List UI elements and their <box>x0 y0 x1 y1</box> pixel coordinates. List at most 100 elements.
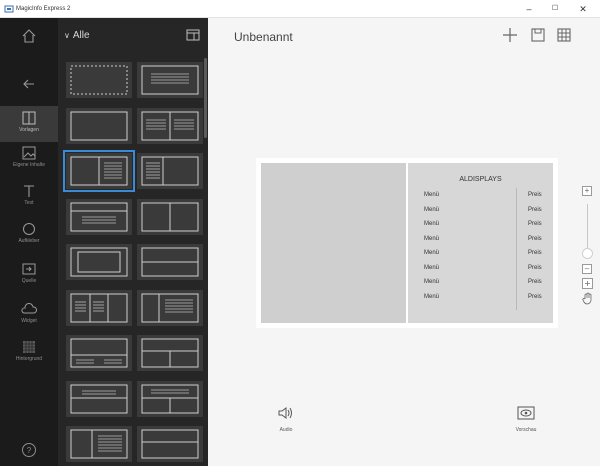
text-icon <box>24 185 34 197</box>
sticker-icon <box>23 223 35 235</box>
template-thumbnail[interactable] <box>137 335 203 371</box>
price-item-label[interactable]: Preis <box>528 279 542 285</box>
price-item-label[interactable]: Preis <box>528 221 542 227</box>
menu-item-label[interactable]: Menü <box>424 279 439 285</box>
source-icon <box>22 263 36 275</box>
rail-item-eigene-inhalte[interactable]: Eigene Inhalte <box>0 146 58 176</box>
template-layout-preview <box>70 293 128 322</box>
rail-label-eigene-inhalte: Eigene Inhalte <box>13 162 45 168</box>
template-icon <box>22 111 36 125</box>
menu-item-label[interactable]: Menü <box>424 207 439 213</box>
price-item-label[interactable]: Preis <box>528 207 542 213</box>
price-item-label[interactable]: Preis <box>528 192 542 198</box>
help-glyph: ? <box>27 446 32 455</box>
template-thumbnail[interactable] <box>66 107 132 144</box>
cloud-icon <box>21 303 37 314</box>
price-item-label[interactable]: Preis <box>528 294 542 300</box>
rail-back-button[interactable] <box>0 76 58 100</box>
template-thumbnail[interactable] <box>63 150 135 192</box>
hand-pan-icon[interactable] <box>582 292 594 305</box>
template-layout-preview <box>70 65 128 95</box>
maximize-button[interactable]: ☐ <box>544 2 566 16</box>
menu-item-label[interactable]: Menü <box>424 265 439 271</box>
template-layout-preview <box>70 202 128 231</box>
template-thumbnail[interactable] <box>137 62 203 98</box>
rail-item-text[interactable]: Text <box>0 184 58 214</box>
template-thumbnail[interactable] <box>137 153 203 189</box>
back-arrow-icon <box>23 79 34 89</box>
template-thumbnail[interactable] <box>66 289 132 326</box>
template-thumbnail[interactable] <box>66 426 132 462</box>
template-thumbnail[interactable] <box>66 198 132 235</box>
audio-button[interactable]: Audio <box>266 406 306 433</box>
image-icon <box>22 146 36 160</box>
menu-item-label[interactable]: Menü <box>424 192 439 198</box>
template-scrollbar[interactable] <box>204 58 207 138</box>
template-layout-preview <box>70 156 128 186</box>
template-panel-header: ∨ Alle <box>58 18 208 56</box>
chevron-down-icon: ∨ <box>64 31 70 40</box>
right-content-zone[interactable]: ALDISPLAYS Menü Preis Menü Preis Menü Preis Me… <box>408 163 553 323</box>
zoom-slider-knob[interactable] <box>582 247 593 259</box>
rail-item-quelle[interactable]: Quelle <box>0 262 58 292</box>
zoom-in-button[interactable]: + <box>582 186 592 196</box>
minimize-button[interactable]: – <box>518 2 540 16</box>
preview-label: Vorschau <box>515 427 537 433</box>
template-layout-preview <box>141 429 199 459</box>
template-layout-preview <box>141 202 199 231</box>
stage-heading[interactable]: ALDISPLAYS <box>408 176 553 183</box>
menu-item-label[interactable]: Menü <box>424 221 439 227</box>
rail-label-aufkleber: Aufkleber <box>18 238 40 244</box>
price-item-label[interactable]: Preis <box>528 236 542 242</box>
left-content-zone[interactable] <box>261 163 406 323</box>
preview-button[interactable]: Vorschau <box>506 406 546 433</box>
title-bar: MagicInfo Express 2 – ☐ ✕ <box>0 0 600 18</box>
category-dropdown[interactable]: ∨ Alle <box>64 30 90 41</box>
zoom-out-button[interactable]: – <box>582 264 592 274</box>
template-layout-preview <box>141 65 199 95</box>
category-dropdown-label: Alle <box>72 30 90 41</box>
column-divider <box>516 188 517 310</box>
template-thumbnail[interactable] <box>66 335 132 371</box>
price-item-label[interactable]: Preis <box>528 250 542 256</box>
template-layout-preview <box>141 293 199 322</box>
rail-label-text: Text <box>24 200 34 206</box>
template-thumbnail[interactable] <box>137 244 203 280</box>
rail-home-button[interactable] <box>0 28 58 52</box>
menu-item-label[interactable]: Menü <box>424 294 439 300</box>
menu-item-label[interactable]: Menü <box>424 236 439 242</box>
layout-icon[interactable] <box>186 28 200 42</box>
fit-screen-icon[interactable] <box>582 278 593 289</box>
rail-item-widget[interactable]: Widget <box>0 302 58 332</box>
price-item-label[interactable]: Preis <box>528 265 542 271</box>
help-button[interactable]: ? <box>0 442 58 460</box>
template-thumbnail[interactable] <box>137 107 203 144</box>
rail-item-hintergrund[interactable]: Hintergrund <box>0 340 58 370</box>
grid-icon[interactable] <box>556 27 572 43</box>
rail-label-widget: Widget <box>21 318 37 324</box>
rail-label-quelle: Quelle <box>21 278 37 284</box>
template-layout-preview <box>141 156 199 186</box>
rail-item-aufkleber[interactable]: Aufkleber <box>0 222 58 252</box>
template-thumbnail[interactable] <box>137 289 203 326</box>
template-layout-preview <box>141 247 199 277</box>
rail-item-vorlagen[interactable]: Vorlagen <box>0 106 58 142</box>
window-title: MagicInfo Express 2 <box>16 6 71 12</box>
background-pattern-icon <box>23 341 35 353</box>
template-thumbnail[interactable] <box>66 62 132 98</box>
document-title[interactable]: Unbenannt <box>234 30 293 44</box>
canvas-stage[interactable]: ALDISPLAYS Menü Preis Menü Preis Menü Preis Me… <box>256 158 558 328</box>
template-thumbnail[interactable] <box>66 244 132 280</box>
template-thumbnail[interactable] <box>66 380 132 417</box>
template-thumbnail[interactable] <box>137 198 203 235</box>
speaker-icon <box>278 407 292 419</box>
menu-item-label[interactable]: Menü <box>424 250 439 256</box>
template-thumbnail[interactable] <box>137 380 203 417</box>
template-layout-preview <box>70 111 128 140</box>
close-button[interactable]: ✕ <box>572 2 594 16</box>
add-icon[interactable] <box>502 27 518 43</box>
save-icon[interactable] <box>530 27 546 43</box>
canvas-area: Unbenannt ALDISPLAYS Menü Preis Menü Preis M… <box>208 18 600 466</box>
rail-label-vorlagen: Vorlagen <box>19 127 39 133</box>
template-thumbnail[interactable] <box>137 426 203 462</box>
